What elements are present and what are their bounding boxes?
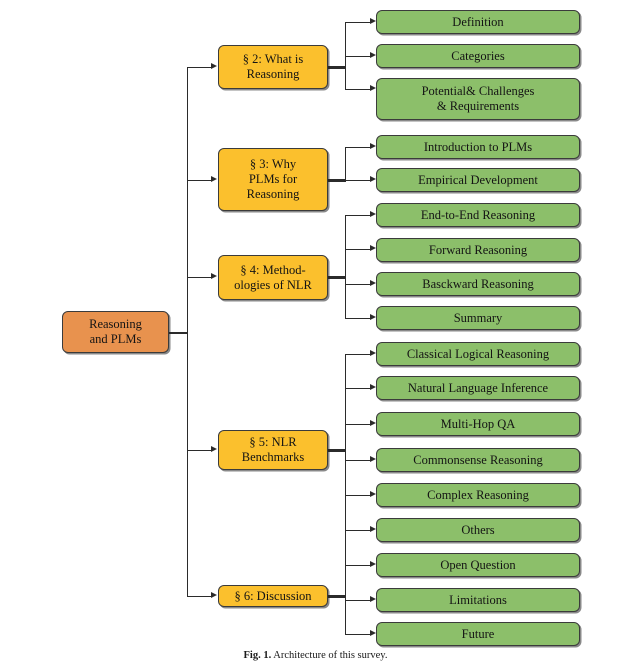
arrow-trunk-to-sec4 <box>211 273 217 280</box>
connector-sec5-c2 <box>345 388 371 390</box>
arrow-trunk-to-sec3 <box>211 176 217 183</box>
connector-trunk-vertical <box>186 67 188 597</box>
connector-root-stub <box>169 331 188 334</box>
leaf-node-basckward-reasoning[interactable]: Basckward Reasoning <box>376 272 580 296</box>
connector-sec5-c6 <box>345 530 371 532</box>
connector-trunk-to-sec6 <box>187 596 212 598</box>
connector-trunk-to-sec5 <box>187 450 212 452</box>
section-node-sec4[interactable]: § 4: Method- ologies of NLR <box>218 255 328 300</box>
root-node-reasoning-and-plms[interactable]: Reasoning and PLMs <box>62 311 169 353</box>
connector-sec5-c3 <box>345 424 371 426</box>
arrow-trunk-to-sec2 <box>211 63 217 70</box>
figure-caption-text: Architecture of this survey. <box>273 650 388 661</box>
leaf-node-empirical-development[interactable]: Empirical Development <box>376 168 580 192</box>
leaf-node-introduction-to-plms[interactable]: Introduction to PLMs <box>376 135 580 159</box>
leaf-node-limitations[interactable]: Limitations <box>376 588 580 612</box>
section-node-sec2[interactable]: § 2: What is Reasoning <box>218 45 328 89</box>
arrow-trunk-to-sec6 <box>211 592 217 599</box>
connector-sec5-c1 <box>345 354 371 356</box>
section-node-sec6[interactable]: § 6: Discussion <box>218 585 328 607</box>
leaf-node-classical-logical-reasoning[interactable]: Classical Logical Reasoning <box>376 342 580 366</box>
connector-sec5-stub <box>328 449 346 452</box>
leaf-node-others[interactable]: Others <box>376 518 580 542</box>
leaf-node-open-question[interactable]: Open Question <box>376 553 580 577</box>
connector-sec3-c1 <box>345 147 371 149</box>
connector-sec6-c2 <box>345 600 371 602</box>
connector-sec6-c1 <box>345 565 371 567</box>
connector-trunk-to-sec2 <box>187 67 212 69</box>
leaf-node-categories[interactable]: Categories <box>376 44 580 68</box>
connector-sec2-c3 <box>345 89 371 91</box>
leaf-node-potential-challenges-requirements[interactable]: Potential& Challenges & Requirements <box>376 78 580 120</box>
connector-trunk-to-sec3 <box>187 180 212 182</box>
connector-sec6-c3 <box>345 634 371 636</box>
arrow-trunk-to-sec5 <box>211 446 217 453</box>
leaf-node-end-to-end-reasoning[interactable]: End-to-End Reasoning <box>376 203 580 227</box>
leaf-node-complex-reasoning[interactable]: Complex Reasoning <box>376 483 580 507</box>
figure-caption-label: Fig. 1. <box>243 650 272 661</box>
connector-sec2-c2 <box>345 56 371 58</box>
leaf-node-summary[interactable]: Summary <box>376 306 580 330</box>
connector-trunk-to-sec4 <box>187 277 212 279</box>
leaf-node-definition[interactable]: Definition <box>376 10 580 34</box>
connector-sec3-stub <box>328 179 346 182</box>
connector-sec4-stub <box>328 276 346 279</box>
connector-sec4-c1 <box>345 215 371 217</box>
figure-caption: Fig. 1. Architecture of this survey. <box>0 650 631 661</box>
section-node-sec3[interactable]: § 3: Why PLMs for Reasoning <box>218 148 328 211</box>
connector-sec4-c4 <box>345 318 371 320</box>
connector-sec2-stub <box>328 66 346 69</box>
connector-sec3-c2 <box>345 180 371 182</box>
leaf-node-forward-reasoning[interactable]: Forward Reasoning <box>376 238 580 262</box>
survey-architecture-diagram: Reasoning and PLMs § 2: What is Reasonin… <box>0 0 631 671</box>
leaf-node-future[interactable]: Future <box>376 622 580 646</box>
connector-sec6-stub <box>328 595 346 598</box>
connector-sec4-c2 <box>345 249 371 251</box>
connector-sec5-c4 <box>345 460 371 462</box>
leaf-node-natural-language-inference[interactable]: Natural Language Inference <box>376 376 580 400</box>
connector-sec4-spine <box>345 215 347 319</box>
connector-sec4-c3 <box>345 284 371 286</box>
connector-sec3-spine <box>345 147 347 181</box>
connector-sec5-c5 <box>345 495 371 497</box>
leaf-node-commonsense-reasoning[interactable]: Commonsense Reasoning <box>376 448 580 472</box>
section-node-sec5[interactable]: § 5: NLR Benchmarks <box>218 430 328 470</box>
leaf-node-multi-hop-qa[interactable]: Multi-Hop QA <box>376 412 580 436</box>
connector-sec2-c1 <box>345 22 371 24</box>
